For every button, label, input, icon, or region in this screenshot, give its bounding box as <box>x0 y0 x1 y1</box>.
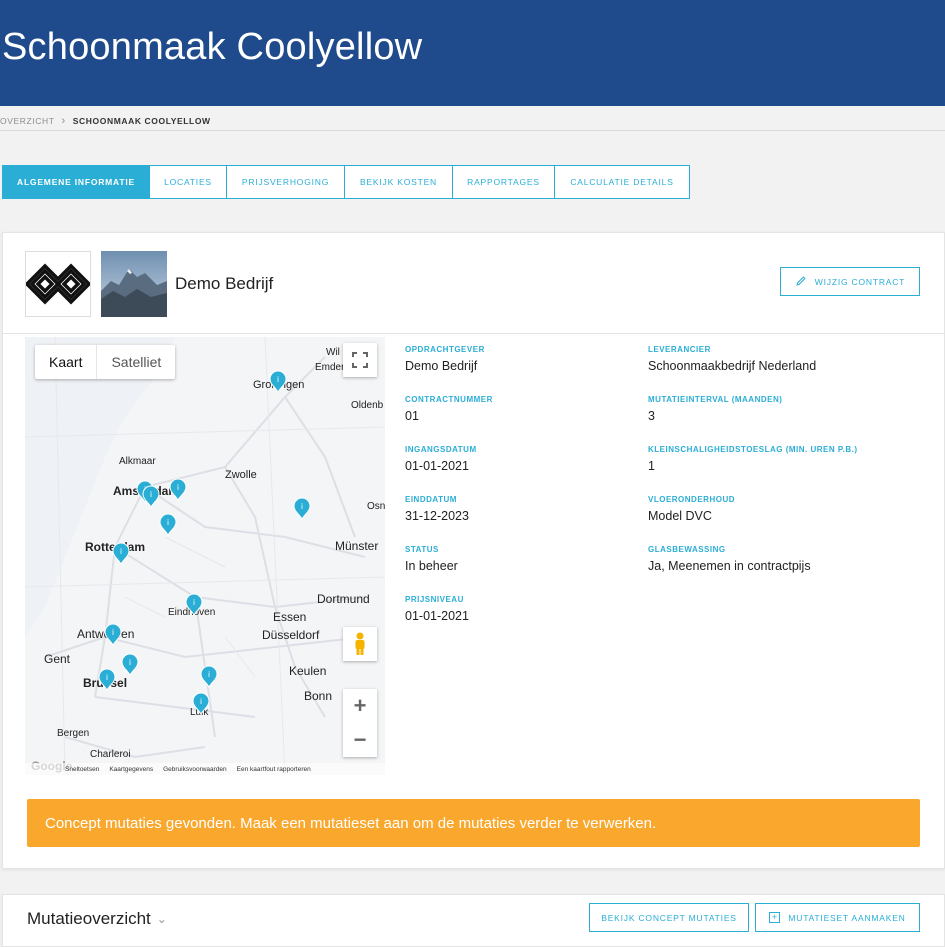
map-footer: Sneltoetsen Kaartgegevens Gebruiksvoorwa… <box>25 763 385 775</box>
view-concept-mutations-label: BEKIJK CONCEPT MUTATIES <box>601 912 737 923</box>
city-label: Düsseldorf <box>262 628 320 642</box>
field-label-mutatieinterval: MUTATIEINTERVAL (MAANDEN) <box>648 395 783 404</box>
field-label-kleinschaligheidstoeslag: KLEINSCHALIGHEIDSTOESLAG (MIN. UREN P.B.… <box>648 445 858 454</box>
city-label: Bonn <box>304 689 332 703</box>
edit-contract-button[interactable]: WIJZIG CONTRACT <box>780 267 920 296</box>
svg-text:i: i <box>208 670 210 679</box>
pencil-icon <box>795 275 807 289</box>
tab-rapportages[interactable]: RAPPORTAGES <box>453 165 555 199</box>
page-title: Schoonmaak Coolyellow <box>2 26 423 68</box>
street-view-pegman-icon[interactable] <box>343 627 377 661</box>
field-value-kleinschaligheidstoeslag: 1 <box>648 459 655 473</box>
field-value-mutatieinterval: 3 <box>648 409 655 423</box>
svg-text:i: i <box>150 490 152 499</box>
field-value-einddatum: 31-12-2023 <box>405 509 469 523</box>
mutations-title: Mutatieoverzicht <box>27 909 151 928</box>
breadcrumb-item-current: SCHOONMAAK COOLYELLOW <box>72 116 211 126</box>
map-type-kaart-button[interactable]: Kaart <box>35 345 98 379</box>
field-value-status: In beheer <box>405 559 458 573</box>
tab-algemene-informatie[interactable]: ALGEMENE INFORMATIE <box>2 165 150 199</box>
city-label: Münster <box>335 539 378 553</box>
svg-text:i: i <box>193 598 195 607</box>
map-footer-link[interactable]: Gebruiksvoorwaarden <box>163 766 227 773</box>
field-value-opdrachtgever: Demo Bedrijf <box>405 359 478 373</box>
city-label: Oldenb <box>351 400 384 411</box>
field-label-ingangsdatum: INGANGSDATUM <box>405 445 477 454</box>
zoom-control: + − <box>343 689 377 757</box>
view-concept-mutations-button[interactable]: BEKIJK CONCEPT MUTATIES <box>589 903 749 932</box>
tab-bekijk-kosten[interactable]: BEKIJK KOSTEN <box>345 165 453 199</box>
plus-icon: + <box>769 912 781 923</box>
contract-details-left: OPDRACHTGEVER Demo Bedrijf CONTRACTNUMME… <box>405 337 635 637</box>
map-footer-link[interactable]: Een kaartfout rapporteren <box>237 766 311 773</box>
mutations-toggle[interactable]: Mutatieoverzicht ⌄ <box>27 909 167 929</box>
field-label-status: STATUS <box>405 545 439 554</box>
field-label-vloeronderhoud: VLOERONDERHOUD <box>648 495 736 504</box>
map-type-satellite-button[interactable]: Satelliet <box>97 345 175 379</box>
field-label-einddatum: EINDDATUM <box>405 495 457 504</box>
field-value-prijsniveau: 01-01-2021 <box>405 609 469 623</box>
svg-text:i: i <box>200 697 202 706</box>
tab-prijsverhoging[interactable]: PRIJSVERHOGING <box>227 165 345 199</box>
field-value-ingangsdatum: 01-01-2021 <box>405 459 469 473</box>
field-label-glasbewassing: GLASBEWASSING <box>648 545 726 554</box>
city-label: Dortmund <box>317 592 370 606</box>
contract-details-right: LEVERANCIER Schoonmaakbedrijf Nederland … <box>648 337 938 587</box>
city-label: Charleroi <box>90 749 131 760</box>
city-label: Emder <box>315 362 345 373</box>
divider <box>0 130 945 131</box>
city-label: Alkmaar <box>119 456 156 467</box>
city-label: Wil <box>326 347 340 358</box>
city-label: Keulen <box>289 664 326 678</box>
city-label: Bergen <box>57 728 89 739</box>
field-value-contractnummer: 01 <box>405 409 419 423</box>
chevron-right-icon: › <box>61 115 66 127</box>
create-mutation-set-label: MUTATIESET AANMAKEN <box>788 912 906 923</box>
city-label: Osn <box>367 501 385 512</box>
breadcrumb-item-overzicht[interactable]: OVERZICHT <box>0 116 55 126</box>
contract-card: Demo Bedrijf WIJZIG CONTRACT Wil Emder O… <box>2 232 945 869</box>
company-photo <box>101 251 167 317</box>
divider <box>3 333 944 334</box>
map-type-control: Kaart Satelliet <box>35 345 176 379</box>
svg-text:i: i <box>120 547 122 556</box>
field-label-prijsniveau: PRIJSNIVEAU <box>405 595 464 604</box>
svg-text:i: i <box>167 518 169 527</box>
chevron-down-icon: ⌄ <box>156 912 167 926</box>
svg-text:i: i <box>301 502 303 511</box>
svg-text:i: i <box>177 483 179 492</box>
zoom-in-icon[interactable]: + <box>354 689 367 723</box>
create-mutation-set-button[interactable]: + MUTATIESET AANMAKEN <box>755 903 920 932</box>
edit-contract-label: WIJZIG CONTRACT <box>814 276 906 287</box>
field-value-leverancier: Schoonmaakbedrijf Nederland <box>648 359 817 373</box>
fullscreen-icon[interactable] <box>343 343 377 377</box>
zoom-out-icon[interactable]: − <box>354 723 367 757</box>
map-footer-link[interactable]: Kaartgegevens <box>109 766 153 773</box>
map-footer-link[interactable]: Sneltoetsen <box>65 766 99 773</box>
city-label: Gent <box>44 652 71 666</box>
svg-text:i: i <box>106 673 108 682</box>
city-label: Essen <box>273 610 306 624</box>
tab-locaties[interactable]: LOCATIES <box>150 165 227 199</box>
tab-bar: ALGEMENE INFORMATIE LOCATIES PRIJSVERHOG… <box>2 165 690 199</box>
company-logo <box>24 251 92 317</box>
svg-text:i: i <box>112 628 114 637</box>
concept-mutations-alert: Concept mutaties gevonden. Maak een muta… <box>27 799 920 847</box>
field-value-vloeronderhoud: Model DVC <box>648 509 712 523</box>
field-label-leverancier: LEVERANCIER <box>648 345 711 354</box>
tab-calculatie-details[interactable]: CALCULATIE DETAILS <box>555 165 690 199</box>
field-value-glasbewassing: Ja, Meenemen in contractpijs <box>648 559 811 573</box>
company-name: Demo Bedrijf <box>175 274 274 293</box>
mutations-card: Mutatieoverzicht ⌄ BEKIJK CONCEPT MUTATI… <box>2 894 945 947</box>
field-label-opdrachtgever: OPDRACHTGEVER <box>405 345 485 354</box>
breadcrumb: OVERZICHT › SCHOONMAAK COOLYELLOW <box>0 114 211 128</box>
city-label: Zwolle <box>225 469 257 481</box>
svg-text:i: i <box>277 375 279 384</box>
field-label-contractnummer: CONTRACTNUMMER <box>405 395 493 404</box>
app-header: Schoonmaak Coolyellow <box>0 0 945 106</box>
svg-text:i: i <box>129 658 131 667</box>
locations-map[interactable]: Wil Emder Groningen Oldenb Alkmaar Amste… <box>25 337 385 775</box>
